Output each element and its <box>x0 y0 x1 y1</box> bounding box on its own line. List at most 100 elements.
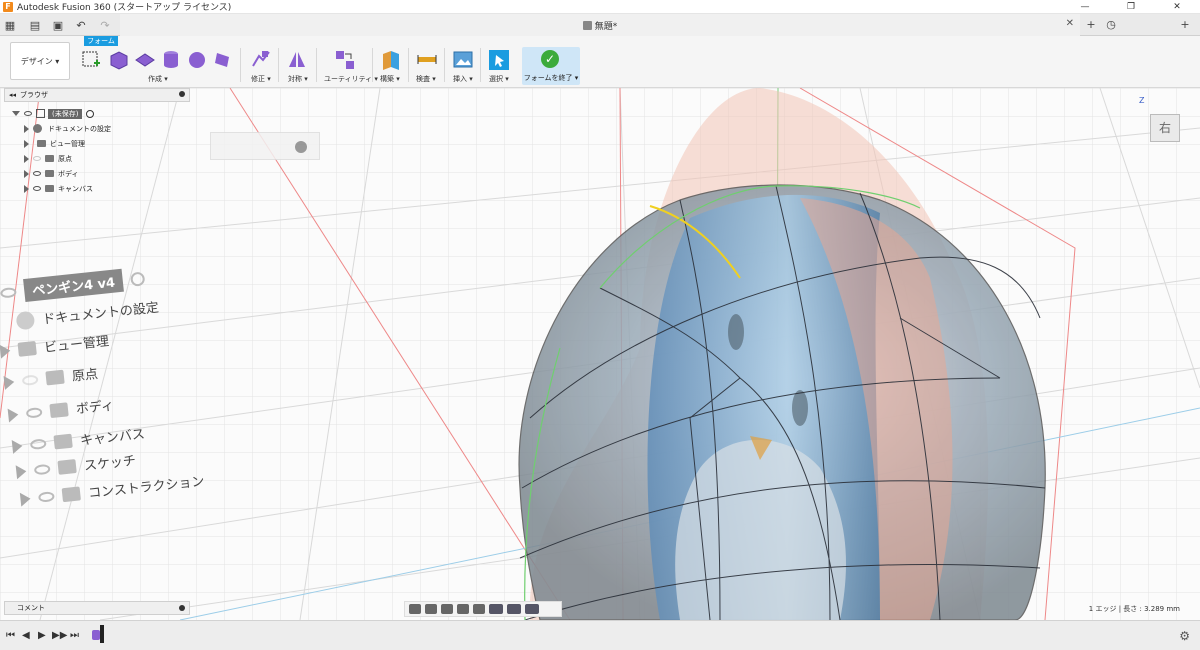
view-cube-face-right[interactable]: 右 <box>1150 114 1180 142</box>
utility-menu[interactable]: ユーティリティ ▾ <box>324 74 378 84</box>
modify-menu[interactable]: 修正 ▾ <box>251 74 271 84</box>
step-forward-button[interactable]: ▶▶ <box>52 630 67 642</box>
browser-item-view-management[interactable]: ビュー管理 <box>24 137 85 150</box>
browser-item-origin[interactable]: 原点 <box>24 152 72 165</box>
fusion-app-icon: F <box>3 1 13 12</box>
create-box-form-icon[interactable] <box>80 49 102 71</box>
expand-icon <box>19 491 32 507</box>
create-menu[interactable]: 作成 ▾ <box>148 74 168 84</box>
step-back-button[interactable]: ◀ <box>22 630 30 642</box>
construct-icon[interactable] <box>380 49 402 71</box>
cylinder-icon[interactable] <box>160 49 182 71</box>
comments-panel[interactable]: コメント <box>4 601 190 615</box>
document-icon <box>36 109 45 118</box>
ghost-item-label: スケッチ <box>83 453 137 475</box>
pin-icon[interactable] <box>179 91 185 97</box>
eye-icon[interactable] <box>24 111 32 116</box>
collapse-icon[interactable] <box>12 111 20 116</box>
new-tab-icon[interactable]: + <box>1082 17 1100 33</box>
eye-icon[interactable] <box>33 186 41 191</box>
job-status-icon[interactable]: ◷ <box>1102 17 1120 33</box>
grid-menu-icon[interactable]: ▦ <box>2 17 18 33</box>
insert-image-icon[interactable] <box>452 49 474 71</box>
insert-menu[interactable]: 挿入 ▾ <box>453 74 473 84</box>
ghost-browser-panel: ペンギン4 v4 ドキュメントの設定 ビュー管理 原点 ボディ キャンバス スケ… <box>0 218 330 508</box>
play-button[interactable]: ▶ <box>38 630 46 642</box>
file-icon[interactable]: ▤ <box>24 17 46 33</box>
radio-icon <box>130 270 146 287</box>
minimize-button[interactable]: — <box>1062 0 1108 14</box>
orbit-icon[interactable] <box>409 604 421 614</box>
inspect-icon[interactable] <box>416 49 438 71</box>
window-controls: — ❐ ✕ <box>1062 0 1200 14</box>
title-bar: F Autodesk Fusion 360 (スタートアップ ライセンス) — … <box>0 0 1200 14</box>
browser-item-bodies[interactable]: ボディ <box>24 167 79 180</box>
plane-icon[interactable] <box>134 49 156 71</box>
grid-settings-icon[interactable] <box>507 604 521 614</box>
expand-icon[interactable] <box>24 139 29 148</box>
pan-icon[interactable] <box>441 604 453 614</box>
timeline-feature-form[interactable] <box>92 630 100 640</box>
sphere-icon[interactable] <box>186 49 208 71</box>
redo-icon[interactable]: ↷ <box>96 17 114 33</box>
collapse-arrows-icon[interactable]: ◂◂ <box>9 91 16 99</box>
modify-icon[interactable] <box>250 49 272 71</box>
utility-icon[interactable] <box>334 49 356 71</box>
torus-icon[interactable] <box>212 49 234 71</box>
toolbar: デザイン ▾ フォーム 作成 ▾ 修正 ▾ 対称 ▾ ユーティリティ ▾ 構築 … <box>0 36 1200 88</box>
expand-icon[interactable] <box>24 169 29 178</box>
quick-access-bar: ▦ ▤ ▣ ↶ ↷ 無題* ✕ + ◷ + <box>0 14 1200 36</box>
zoom-icon[interactable] <box>457 604 469 614</box>
eye-icon[interactable] <box>33 156 41 161</box>
close-button[interactable]: ✕ <box>1154 0 1200 14</box>
workspace-switcher-button[interactable]: デザイン ▾ <box>10 42 70 80</box>
3d-viewport[interactable]: ペンギン4 v4 ドキュメントの設定 ビュー管理 原点 ボディ キャンバス スケ… <box>0 88 1200 620</box>
expand-icon[interactable] <box>24 184 29 193</box>
expand-icon[interactable] <box>24 124 29 133</box>
document-tab[interactable]: 無題* ✕ <box>120 14 1080 36</box>
select-icon[interactable] <box>488 49 510 71</box>
display-settings-icon[interactable] <box>489 604 503 614</box>
symmetry-menu[interactable]: 対称 ▾ <box>288 74 308 84</box>
finish-form-label: フォームを終了 ▾ <box>523 74 579 82</box>
browser-item-document-settings[interactable]: ドキュメントの設定 <box>24 122 111 135</box>
comments-label: コメント <box>17 604 45 612</box>
browser-root-item[interactable]: (未保存) <box>12 107 95 120</box>
browser-panel-header[interactable]: ◂◂ ブラウザ <box>4 88 190 102</box>
close-tab-icon[interactable]: ✕ <box>1066 18 1074 29</box>
timeline-settings-gear-icon[interactable]: ⚙ <box>1179 629 1190 643</box>
expand-icon[interactable] <box>24 154 29 163</box>
fit-icon[interactable] <box>473 604 485 614</box>
collapse-icon <box>295 141 307 153</box>
toolbar-separator <box>278 48 279 82</box>
expand-icon <box>11 438 24 454</box>
activate-radio-icon[interactable] <box>86 109 95 118</box>
eye-icon[interactable] <box>33 171 41 176</box>
ghost-item-label: キャンバス <box>79 427 146 449</box>
construct-menu[interactable]: 構築 ▾ <box>380 74 400 84</box>
ghost-item: ビュー管理 <box>0 330 110 360</box>
finish-form-button[interactable]: ✓ フォームを終了 ▾ <box>522 47 580 85</box>
go-to-end-button[interactable]: ⏭ <box>70 630 79 642</box>
maximize-button[interactable]: ❐ <box>1108 0 1154 14</box>
look-at-icon[interactable] <box>425 604 437 614</box>
pin-icon[interactable] <box>179 605 185 611</box>
browser-item-canvases[interactable]: キャンバス <box>24 182 93 195</box>
window-title: Autodesk Fusion 360 (スタートアップ ライセンス) <box>17 3 232 13</box>
ghost-item-label: ドキュメントの設定 <box>41 300 160 328</box>
ghost-item-label: ビュー管理 <box>43 334 110 357</box>
undo-icon[interactable]: ↶ <box>72 17 90 33</box>
timeline-marker[interactable] <box>100 625 104 643</box>
symmetry-icon[interactable] <box>286 49 308 71</box>
add-icon[interactable]: + <box>1176 17 1194 33</box>
z-axis-label: Z <box>1139 96 1145 105</box>
eye-icon <box>25 406 43 419</box>
inspect-menu[interactable]: 検査 ▾ <box>416 74 436 84</box>
tab-form[interactable]: フォーム <box>84 36 118 46</box>
save-icon[interactable]: ▣ <box>50 17 66 33</box>
box-icon[interactable] <box>108 49 130 71</box>
view-cube[interactable]: Z 右 <box>1138 96 1194 156</box>
select-menu[interactable]: 選択 ▾ <box>489 74 509 84</box>
go-to-start-button[interactable]: ⏮ <box>6 630 15 642</box>
viewports-icon[interactable] <box>525 604 539 614</box>
